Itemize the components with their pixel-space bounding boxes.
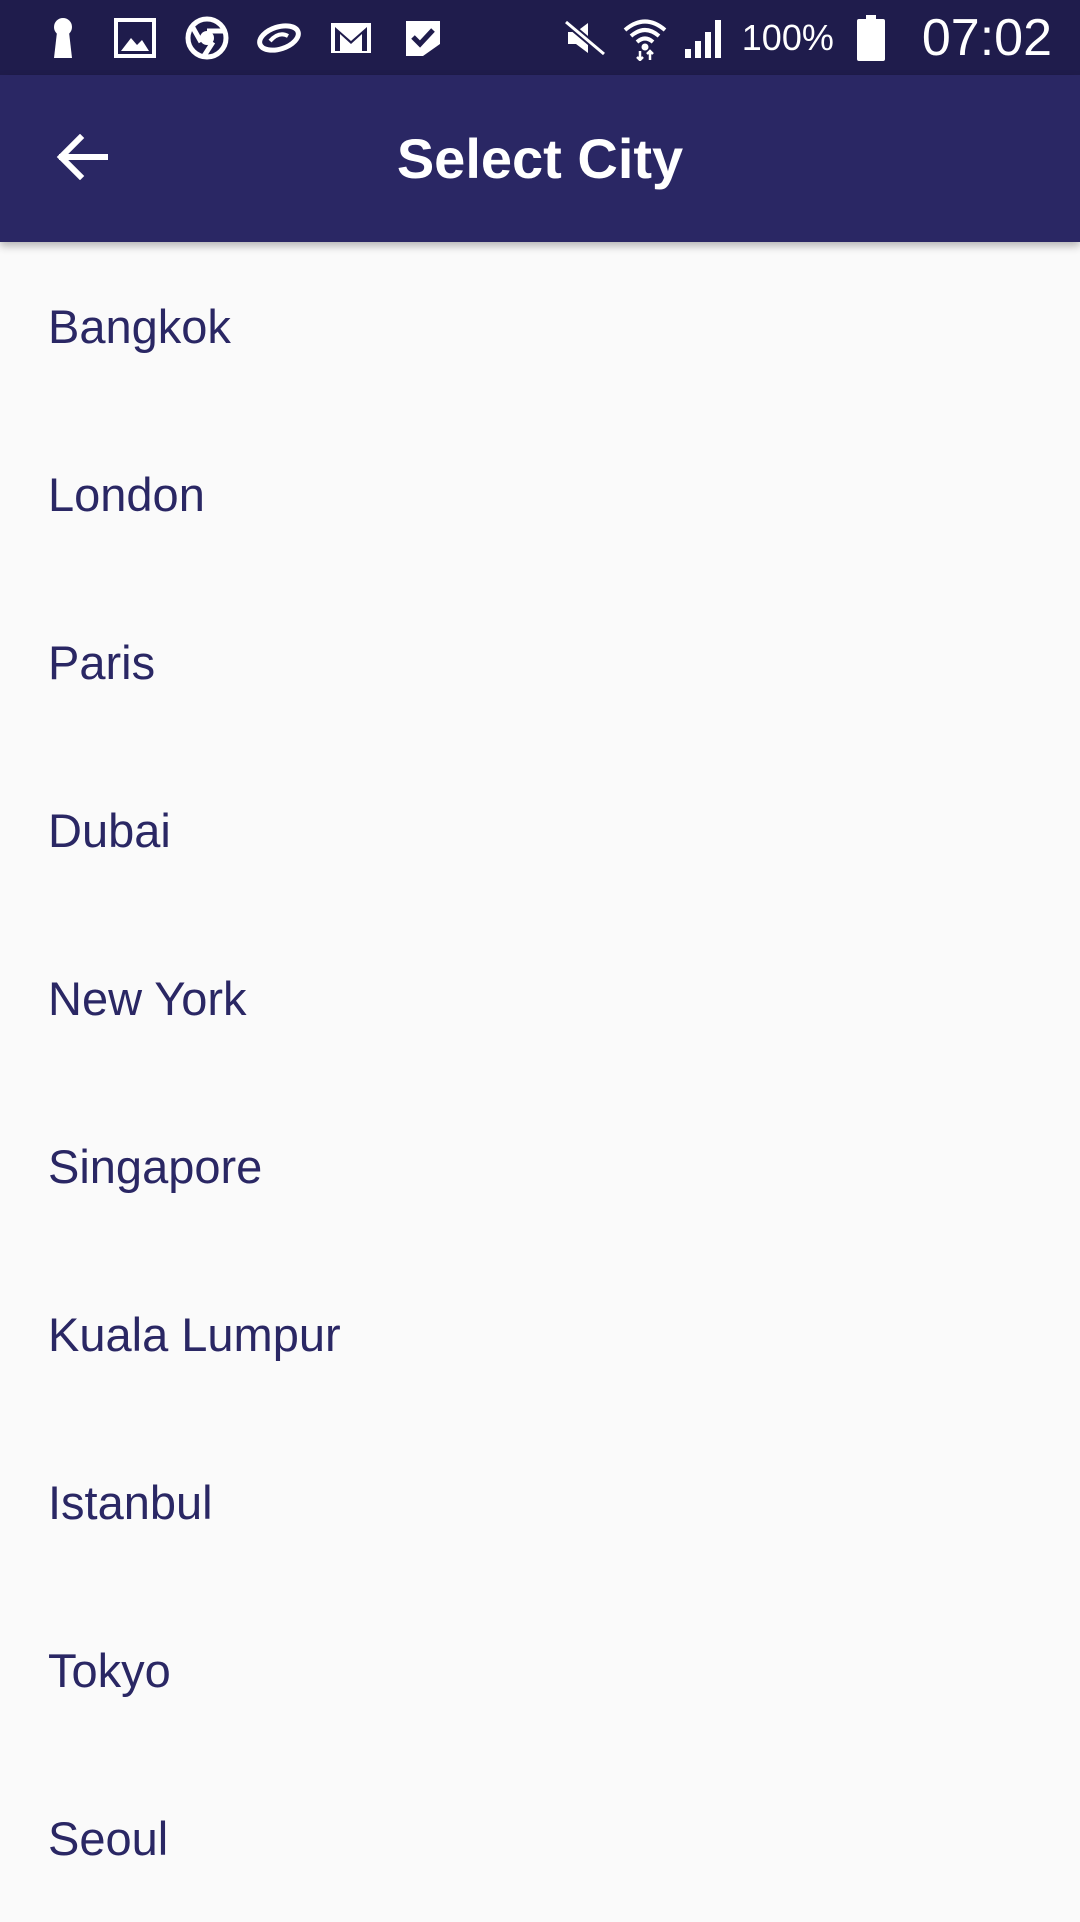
city-item-singapore[interactable]: Singapore <box>0 1082 1080 1250</box>
city-list: Bangkok London Paris Dubai New York Sing… <box>0 242 1080 1922</box>
chrome-icon <box>184 15 230 61</box>
city-item-seoul[interactable]: Seoul <box>0 1754 1080 1922</box>
gallery-icon <box>112 15 158 61</box>
city-item-kuala-lumpur[interactable]: Kuala Lumpur <box>0 1250 1080 1418</box>
keyhole-icon <box>40 15 86 61</box>
mute-icon <box>562 15 608 61</box>
signal-icon <box>682 15 728 61</box>
battery-icon <box>848 14 894 61</box>
notification-icons <box>40 0 446 75</box>
clock-time: 07:02 <box>921 8 1052 67</box>
status-bar: 100% 07:02 <box>0 0 1080 75</box>
battery-percent: 100% <box>741 16 834 58</box>
city-item-tokyo[interactable]: Tokyo <box>0 1586 1080 1754</box>
city-item-istanbul[interactable]: Istanbul <box>0 1418 1080 1586</box>
city-item-paris[interactable]: Paris <box>0 578 1080 746</box>
app-bar: Select City <box>0 75 1080 242</box>
swirl-app-icon <box>256 15 302 61</box>
city-item-london[interactable]: London <box>0 410 1080 578</box>
gmail-icon <box>328 15 374 61</box>
wifi-icon <box>622 15 668 61</box>
city-item-new-york[interactable]: New York <box>0 914 1080 1082</box>
city-item-bangkok[interactable]: Bangkok <box>0 242 1080 410</box>
page-title: Select City <box>396 127 684 190</box>
system-icons: 100% 07:02 <box>562 0 1052 75</box>
city-item-dubai[interactable]: Dubai <box>0 746 1080 914</box>
task-check-icon <box>400 15 446 61</box>
